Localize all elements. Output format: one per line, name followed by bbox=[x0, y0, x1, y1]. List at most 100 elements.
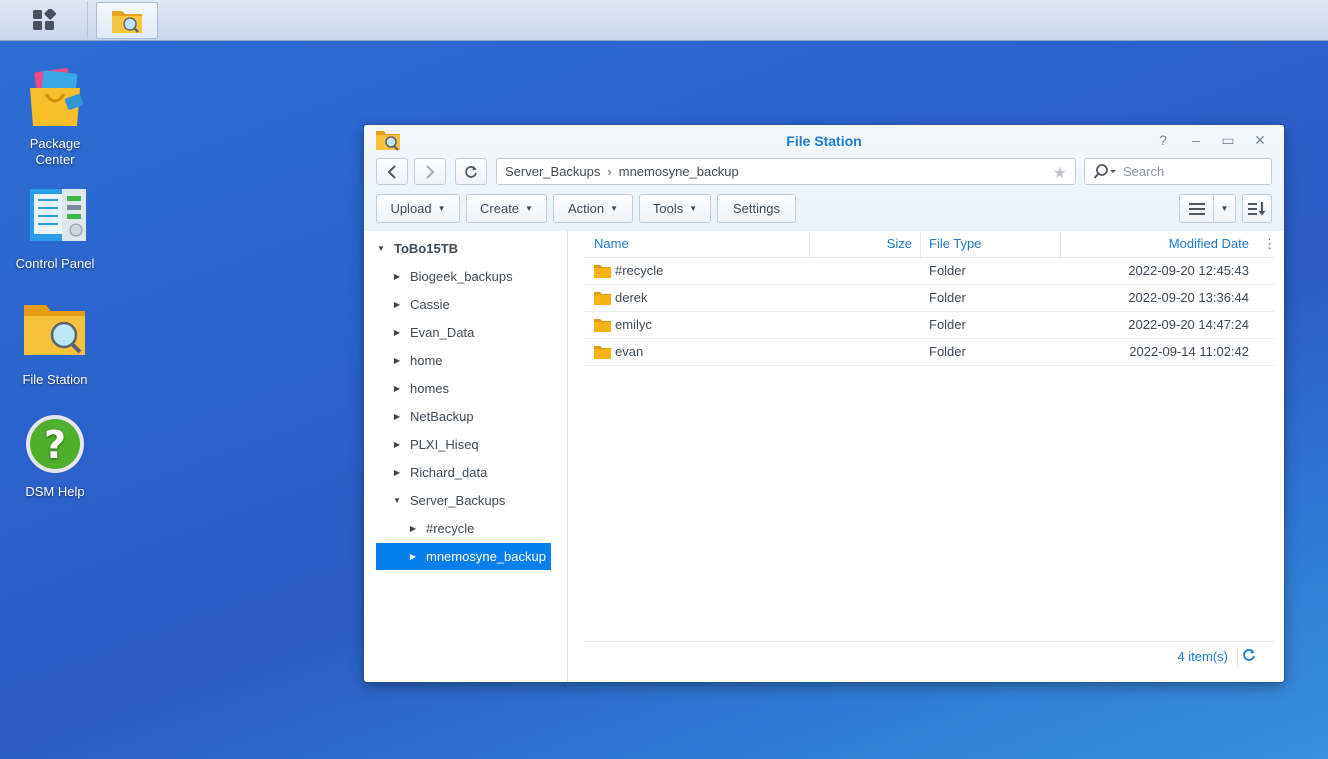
folder-icon bbox=[594, 346, 611, 359]
window-header: File Station ? – ▭ ✕ Server_Backups › mn… bbox=[364, 125, 1284, 231]
tools-label: Tools bbox=[652, 201, 684, 216]
view-mode-button[interactable] bbox=[1179, 194, 1214, 223]
file-type: Folder bbox=[929, 263, 966, 278]
tree-item-label: Evan_Data bbox=[410, 325, 475, 340]
table-row[interactable]: evan Folder 2022-09-14 11:02:42 bbox=[584, 339, 1274, 366]
tree-item-label: NetBackup bbox=[410, 409, 474, 424]
tree-item-label: mnemosyne_backup bbox=[426, 549, 546, 564]
folder-icon bbox=[594, 319, 611, 332]
minimize-icon[interactable]: – bbox=[1186, 132, 1206, 150]
caret-right-icon[interactable]: ▶ bbox=[392, 272, 402, 281]
help-icon[interactable]: ? bbox=[1153, 132, 1173, 150]
main-menu-button[interactable] bbox=[0, 1, 88, 39]
caret-right-icon[interactable]: ▶ bbox=[392, 384, 402, 393]
caret-right-icon[interactable]: ▶ bbox=[392, 328, 402, 337]
file-station-icon bbox=[112, 10, 142, 33]
grid-menu-icon bbox=[32, 9, 56, 30]
desktop-icon-file-station[interactable]: File Station bbox=[0, 302, 110, 388]
file-station-window: File Station ? – ▭ ✕ Server_Backups › mn… bbox=[364, 125, 1284, 682]
file-type: Folder bbox=[929, 317, 966, 332]
file-type: Folder bbox=[929, 344, 966, 359]
action-button[interactable]: Action ▼ bbox=[553, 194, 633, 223]
tools-button[interactable]: Tools ▼ bbox=[639, 194, 711, 223]
column-divider[interactable] bbox=[920, 232, 921, 257]
tree-item[interactable]: ▶ homes bbox=[376, 375, 551, 402]
maximize-icon[interactable]: ▭ bbox=[1218, 132, 1238, 150]
column-header-name[interactable]: Name bbox=[594, 231, 629, 258]
desktop-icon-package-center[interactable]: Package Center bbox=[0, 66, 110, 168]
svg-text:?: ? bbox=[44, 423, 66, 467]
refresh-icon[interactable] bbox=[1242, 648, 1256, 666]
tree-item[interactable]: ▶ Richard_data bbox=[376, 459, 551, 486]
caret-down-icon[interactable]: ▼ bbox=[376, 244, 386, 253]
create-label: Create bbox=[480, 201, 520, 216]
tree-item-label: Biogeek_backups bbox=[410, 269, 513, 284]
column-header-size[interactable]: Size bbox=[810, 231, 912, 258]
file-modified: 2022-09-14 11:02:42 bbox=[1129, 344, 1249, 359]
taskbar bbox=[0, 0, 1328, 41]
file-name: evan bbox=[615, 344, 644, 359]
folder-tree: ▼ ToBo15TB ▶ Biogeek_backups ▶ Cassie ▶ Eva… bbox=[364, 231, 568, 682]
file-name: derek bbox=[615, 290, 648, 305]
taskbar-file-station-button[interactable] bbox=[96, 2, 158, 39]
desktop-icon-label: Control Panel bbox=[15, 256, 95, 271]
caret-down-icon: ▼ bbox=[1220, 204, 1229, 213]
star-icon[interactable]: ★ bbox=[1053, 163, 1067, 183]
create-button[interactable]: Create ▼ bbox=[466, 194, 547, 223]
column-header-type[interactable]: File Type bbox=[929, 231, 982, 258]
folder-icon bbox=[594, 292, 611, 305]
sort-button[interactable] bbox=[1242, 194, 1272, 223]
window-title: File Station bbox=[786, 133, 862, 149]
column-options-icon[interactable]: ⋮ bbox=[1263, 231, 1276, 258]
column-header-modified[interactable]: Modified Date bbox=[1061, 231, 1249, 258]
breadcrumb-item[interactable]: Server_Backups bbox=[505, 164, 600, 179]
action-label: Action bbox=[567, 201, 605, 216]
tree-item[interactable]: ▶ NetBackup bbox=[376, 403, 551, 430]
close-icon[interactable]: ✕ bbox=[1250, 132, 1270, 150]
control-panel-icon bbox=[22, 186, 88, 252]
view-mode-dropdown[interactable]: ▼ bbox=[1213, 194, 1236, 223]
caret-right-icon[interactable]: ▶ bbox=[392, 440, 402, 449]
table-row[interactable]: emilyc Folder 2022-09-20 14:47:24 bbox=[584, 312, 1274, 339]
caret-right-icon[interactable]: ▶ bbox=[408, 552, 418, 561]
search-input[interactable]: Search bbox=[1084, 158, 1272, 185]
tree-item[interactable]: ▶ PLXI_Hiseq bbox=[376, 431, 551, 458]
settings-button[interactable]: Settings bbox=[717, 194, 796, 223]
caret-down-icon: ▼ bbox=[689, 204, 698, 213]
desktop-icon-control-panel[interactable]: Control Panel bbox=[0, 186, 110, 272]
desktop-icon-label: File Station bbox=[22, 372, 88, 387]
file-station-icon bbox=[22, 302, 88, 368]
refresh-button[interactable] bbox=[455, 158, 487, 185]
caret-right-icon[interactable]: ▶ bbox=[392, 468, 402, 477]
tree-item-label: Server_Backups bbox=[410, 493, 506, 508]
tree-item-label: Cassie bbox=[410, 297, 450, 312]
list-header: Name Size File Type Modified Date ⋮ bbox=[584, 231, 1276, 258]
file-name: emilyc bbox=[615, 317, 652, 332]
folder-icon bbox=[594, 265, 611, 278]
breadcrumb-item[interactable]: mnemosyne_backup bbox=[619, 164, 739, 179]
tree-item[interactable]: ▶ home bbox=[376, 347, 551, 374]
tree-item[interactable]: ▶ Cassie bbox=[376, 291, 551, 318]
tree-item[interactable]: ▶ #recycle bbox=[376, 515, 551, 542]
search-placeholder: Search bbox=[1123, 164, 1165, 179]
caret-right-icon[interactable]: ▶ bbox=[392, 356, 402, 365]
caret-right-icon[interactable]: ▶ bbox=[408, 524, 418, 533]
tree-item-selected[interactable]: ▶ mnemosyne_backup bbox=[376, 543, 551, 570]
table-row[interactable]: #recycle Folder 2022-09-20 12:45:43 bbox=[584, 258, 1274, 285]
forward-button[interactable] bbox=[414, 158, 446, 185]
tree-item-label: Richard_data bbox=[410, 465, 488, 480]
path-bar[interactable]: Server_Backups › mnemosyne_backup ★ bbox=[496, 158, 1076, 185]
caret-right-icon[interactable]: ▶ bbox=[392, 412, 402, 421]
tree-item[interactable]: ▶ Evan_Data bbox=[376, 319, 551, 346]
desktop-icon-dsm-help[interactable]: ? DSM Help bbox=[0, 414, 110, 500]
tree-item[interactable]: ▶ Biogeek_backups bbox=[376, 263, 551, 290]
back-button[interactable] bbox=[376, 158, 408, 185]
desktop-icon-label: Package bbox=[29, 136, 81, 151]
tree-item-root[interactable]: ▼ ToBo15TB bbox=[376, 235, 551, 262]
desktop-icon-label: Center bbox=[35, 152, 75, 167]
upload-button[interactable]: Upload ▼ bbox=[376, 194, 460, 223]
caret-right-icon[interactable]: ▶ bbox=[392, 300, 402, 309]
table-row[interactable]: derek Folder 2022-09-20 13:36:44 bbox=[584, 285, 1274, 312]
caret-down-icon[interactable]: ▼ bbox=[392, 496, 402, 505]
tree-item[interactable]: ▼ Server_Backups bbox=[376, 487, 551, 514]
